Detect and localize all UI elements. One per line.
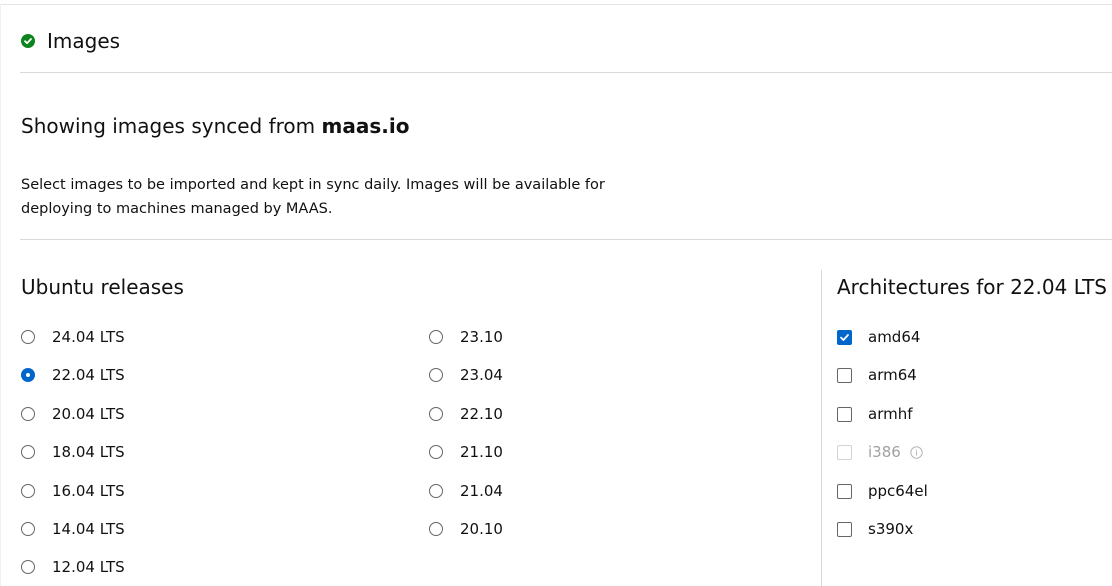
radio-unselected-icon[interactable] [21,522,35,536]
release-label: 12.04 LTS [52,558,125,576]
radio-unselected-icon[interactable] [21,445,35,459]
page-title: Images [47,29,121,53]
checkbox-unchecked-icon [837,444,852,460]
release-label: 16.04 LTS [52,482,125,500]
release-option[interactable]: 20.10 [429,518,503,540]
panel-left-edge [0,4,1,586]
releases-title: Ubuntu releases [21,275,184,299]
checkbox-checked-icon[interactable] [837,329,852,345]
release-label: 14.04 LTS [52,520,125,538]
info-icon[interactable] [910,445,923,459]
release-label: 20.04 LTS [52,405,125,423]
radio-unselected-icon[interactable] [429,368,443,382]
radio-unselected-icon[interactable] [429,330,443,344]
architecture-option: i386 [837,441,923,463]
images-description: Select images to be imported and kept in… [21,177,605,217]
radio-unselected-icon[interactable] [429,407,443,421]
release-option[interactable]: 22.04 LTS [21,364,125,386]
release-option[interactable]: 24.04 LTS [21,326,125,348]
release-option[interactable]: 23.04 [429,364,503,386]
checkbox-unchecked-icon[interactable] [837,483,852,499]
architectures-title: Architectures for 22.04 LTS [837,275,1107,299]
architecture-label: s390x [868,520,914,538]
source-heading: Showing images synced from maas.io [21,114,409,138]
architecture-label: i386 [868,443,901,461]
release-option[interactable]: 12.04 LTS [21,556,125,578]
radio-unselected-icon[interactable] [21,330,35,344]
architecture-label: ppc64el [868,482,928,500]
release-label: 18.04 LTS [52,443,125,461]
radio-unselected-icon[interactable] [429,522,443,536]
checkbox-unchecked-icon[interactable] [837,367,852,383]
release-label: 24.04 LTS [52,328,125,346]
source-prefix: Showing images synced from [21,114,316,138]
architecture-label: arm64 [868,366,917,384]
source-host: maas.io [321,114,410,138]
radio-unselected-icon[interactable] [21,484,35,498]
column-divider [821,270,822,586]
section-divider [20,239,1112,240]
release-option[interactable]: 20.04 LTS [21,403,125,425]
architecture-label: armhf [868,405,913,423]
radio-unselected-icon[interactable] [21,407,35,421]
checkbox-unchecked-icon[interactable] [837,406,852,422]
architecture-label: amd64 [868,328,921,346]
checkbox-unchecked-icon[interactable] [837,521,852,537]
images-header: Images [21,26,120,56]
release-label: 20.10 [460,520,503,538]
architecture-option[interactable]: ppc64el [837,480,928,502]
radio-unselected-icon[interactable] [21,560,35,574]
radio-unselected-icon[interactable] [429,484,443,498]
architecture-option[interactable]: armhf [837,403,913,425]
architecture-option[interactable]: s390x [837,518,913,540]
release-label: 21.10 [460,443,503,461]
success-check-icon [21,34,35,48]
release-label: 23.04 [460,366,503,384]
release-option[interactable]: 22.10 [429,403,503,425]
release-label: 23.10 [460,328,503,346]
panel-top-border [0,4,1112,5]
release-label: 22.10 [460,405,503,423]
release-option[interactable]: 14.04 LTS [21,518,125,540]
header-divider [20,72,1112,73]
release-option[interactable]: 18.04 LTS [21,441,125,463]
images-panel: Images Showing images synced from maas.i… [0,0,1112,586]
release-option[interactable]: 23.10 [429,326,503,348]
radio-unselected-icon[interactable] [429,445,443,459]
release-option[interactable]: 21.04 [429,480,503,502]
architecture-option[interactable]: amd64 [837,326,920,348]
release-label: 22.04 LTS [52,366,125,384]
release-option[interactable]: 21.10 [429,441,503,463]
radio-selected-icon[interactable] [21,368,35,382]
architecture-option[interactable]: arm64 [837,364,917,386]
release-label: 21.04 [460,482,503,500]
release-option[interactable]: 16.04 LTS [21,480,125,502]
